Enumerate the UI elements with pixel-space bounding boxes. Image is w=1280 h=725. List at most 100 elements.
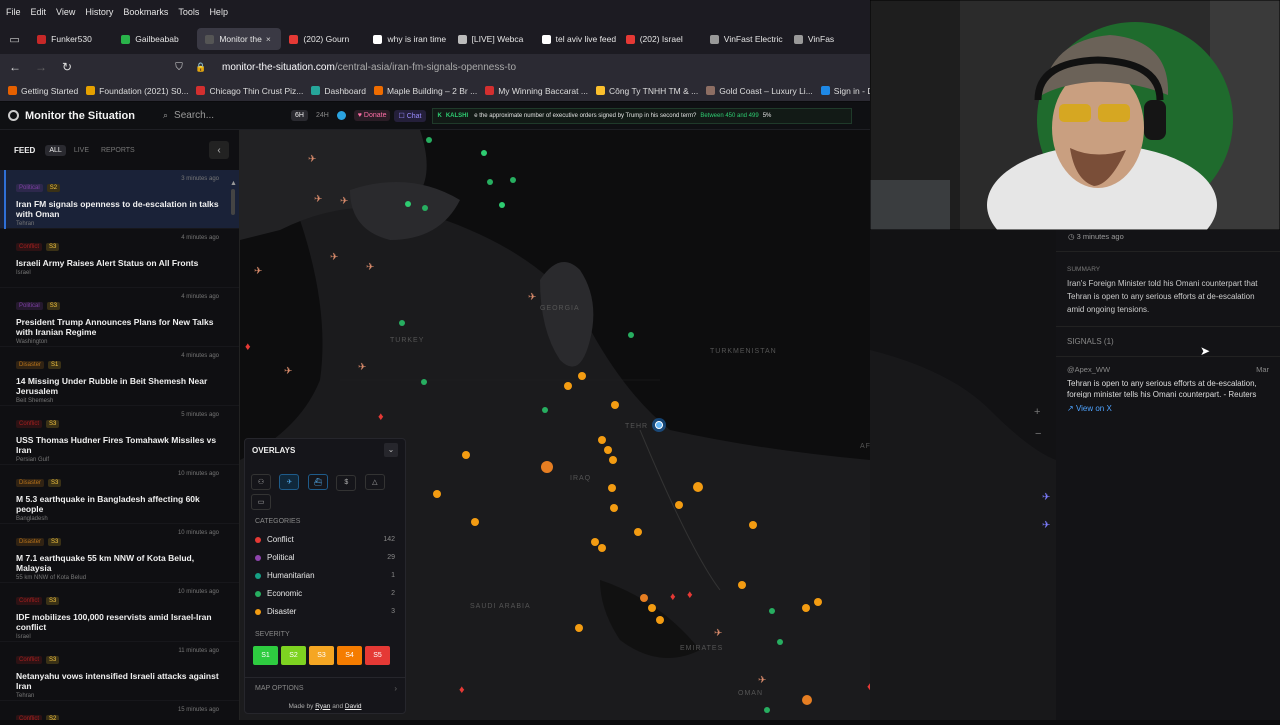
aircraft-icon[interactable]: ✈ [714,628,722,639]
bookmark-item[interactable]: Chicago Thin Crust Piz... [196,86,303,96]
map-event-marker[interactable] [611,401,619,409]
category-political[interactable]: Political 29 [245,549,405,567]
browser-tab[interactable]: (202) Israel [618,28,702,50]
feed-item[interactable]: Conflict S3 11 minutes ago Netanyahu vows i… [0,642,239,701]
browser-tab[interactable]: VinFast Electric [702,28,786,50]
telegram-icon[interactable] [336,111,346,120]
url-input[interactable]: monitor-the-situation.com/central-asia/i… [222,62,516,73]
map-event-marker[interactable] [462,451,470,459]
view-on-x-link[interactable]: ↗ View on X [1056,398,1280,419]
menu-tools[interactable]: Tools [178,7,199,17]
donate-button[interactable]: ♥ Donate [353,110,391,121]
filter-reports[interactable]: REPORTS [97,145,139,156]
category-conflict[interactable]: Conflict 142 [245,531,405,549]
map-event-marker[interactable] [399,320,405,326]
time-chip-24h[interactable]: 24H [312,110,333,121]
chevron-right-icon[interactable]: › [394,684,397,693]
feed-item[interactable]: Political S3 4 minutes ago President Trump … [0,288,239,347]
severity-s4[interactable]: S4 [337,645,362,665]
feed-item[interactable]: Conflict S3 5 minutes ago USS Thomas Hudner… [0,406,239,465]
search-input[interactable]: Search... [174,110,214,121]
chat-button[interactable]: ☐ Chat [394,109,426,122]
map-event-marker[interactable] [591,538,599,546]
map-event-marker[interactable] [426,137,432,143]
severity-s1[interactable]: S1 [253,645,278,665]
map-event-marker[interactable] [421,379,427,385]
shield-icon[interactable]: ⛉ [168,62,190,73]
bookmark-item[interactable]: My Winning Baccarat ... [485,86,588,96]
time-chip-6h[interactable]: 6H [290,110,308,121]
map-event-marker[interactable] [608,484,616,492]
plane-icon[interactable]: ✈ [1042,492,1050,503]
bookmark-item[interactable]: Công Ty TNHH TM & ... [595,86,698,96]
map-event-marker[interactable] [541,461,553,473]
map-event-marker[interactable] [777,639,783,645]
forward-arrow-icon[interactable]: → [30,60,52,74]
severity-s3[interactable]: S3 [309,645,334,665]
browser-tab[interactable]: VinFas [786,28,870,50]
map-event-marker[interactable] [640,594,648,602]
map-event-marker[interactable] [598,436,606,444]
map-event-marker[interactable] [693,482,703,492]
map-event-marker[interactable] [749,521,757,529]
menu-help[interactable]: Help [209,7,228,17]
map-event-marker[interactable] [564,382,572,390]
flight-overlay-icon[interactable]: ✈ [279,474,300,490]
feed-scrollbar[interactable]: ▲ [230,180,237,720]
search-box[interactable]: ⌕ Search... [163,106,283,126]
category-humanitarian[interactable]: Humanitarian 1 [245,567,405,585]
back-arrow-icon[interactable]: ← [4,60,26,74]
map-event-marker[interactable] [802,604,810,612]
aircraft-icon[interactable]: ✈ [330,252,338,263]
alert-overlay-icon[interactable]: △ [364,474,385,490]
map-event-marker[interactable] [604,446,612,454]
conflict-fire-icon[interactable]: ♦ [378,411,384,423]
map-event-marker[interactable] [609,456,617,464]
aircraft-icon[interactable]: ✈ [284,366,292,377]
aircraft-icon[interactable]: ✈ [314,194,322,205]
close-tab-icon[interactable]: × [266,34,271,44]
reload-icon[interactable]: ↻ [56,60,78,74]
menu-edit[interactable]: Edit [31,7,47,17]
menu-bookmarks[interactable]: Bookmarks [123,7,168,17]
aircraft-icon[interactable]: ✈ [528,292,536,303]
aircraft-icon[interactable]: ✈ [254,266,262,277]
collapse-sidebar-button[interactable]: ‹ [209,141,229,159]
feed-item[interactable]: Disaster S3 10 minutes ago M 7.1 earthquake… [0,524,239,583]
zoom-in-icon[interactable]: + [1034,406,1040,418]
credit-link-ryan[interactable]: Ryan [315,703,330,710]
map-event-marker[interactable] [575,624,583,632]
browser-tab[interactable]: Gailbeabab [113,28,197,50]
browser-tab[interactable]: Monitor the × [197,28,282,50]
camera-overlay-icon[interactable]: ▭ [251,493,271,510]
map-event-marker[interactable] [814,598,822,606]
conflict-fire-icon[interactable]: ♦ [687,589,693,601]
map-event-marker[interactable] [578,372,586,380]
scroll-up-arrow-icon[interactable]: ▲ [230,180,237,187]
map-event-marker[interactable] [433,490,441,498]
aircraft-icon[interactable]: ✈ [358,362,366,373]
filter-all[interactable]: ALL [45,144,66,156]
map-event-marker[interactable] [405,201,411,207]
plane-icon[interactable]: ✈ [1042,520,1050,531]
map-event-marker[interactable] [471,518,479,526]
map-event-marker[interactable] [598,544,606,552]
conflict-fire-icon[interactable]: ♦ [245,341,251,353]
bookmark-item[interactable]: Maple Building – 2 Br ... [373,86,477,96]
menu-history[interactable]: History [85,7,113,17]
category-disaster[interactable]: Disaster 3 [245,603,405,621]
browser-tab[interactable]: (202) Gourn [281,28,365,50]
map-event-marker[interactable] [738,581,746,589]
browser-tab[interactable]: [LIVE] Webca [450,28,534,50]
people-overlay-icon[interactable]: ⚇ [251,474,271,490]
map-event-marker[interactable] [769,608,775,614]
conflict-fire-icon[interactable]: ♦ [670,591,676,603]
aircraft-icon[interactable]: ✈ [366,262,374,273]
map-event-marker[interactable] [648,604,656,612]
aircraft-icon[interactable]: ✈ [758,675,766,686]
map-event-marker[interactable] [499,202,505,208]
aircraft-icon[interactable]: ✈ [340,196,348,207]
app-brand[interactable]: Monitor the Situation [8,110,135,122]
feed-item[interactable]: Disaster S1 4 minutes ago 14 Missing Under … [0,347,239,406]
map-event-marker[interactable] [510,177,516,183]
